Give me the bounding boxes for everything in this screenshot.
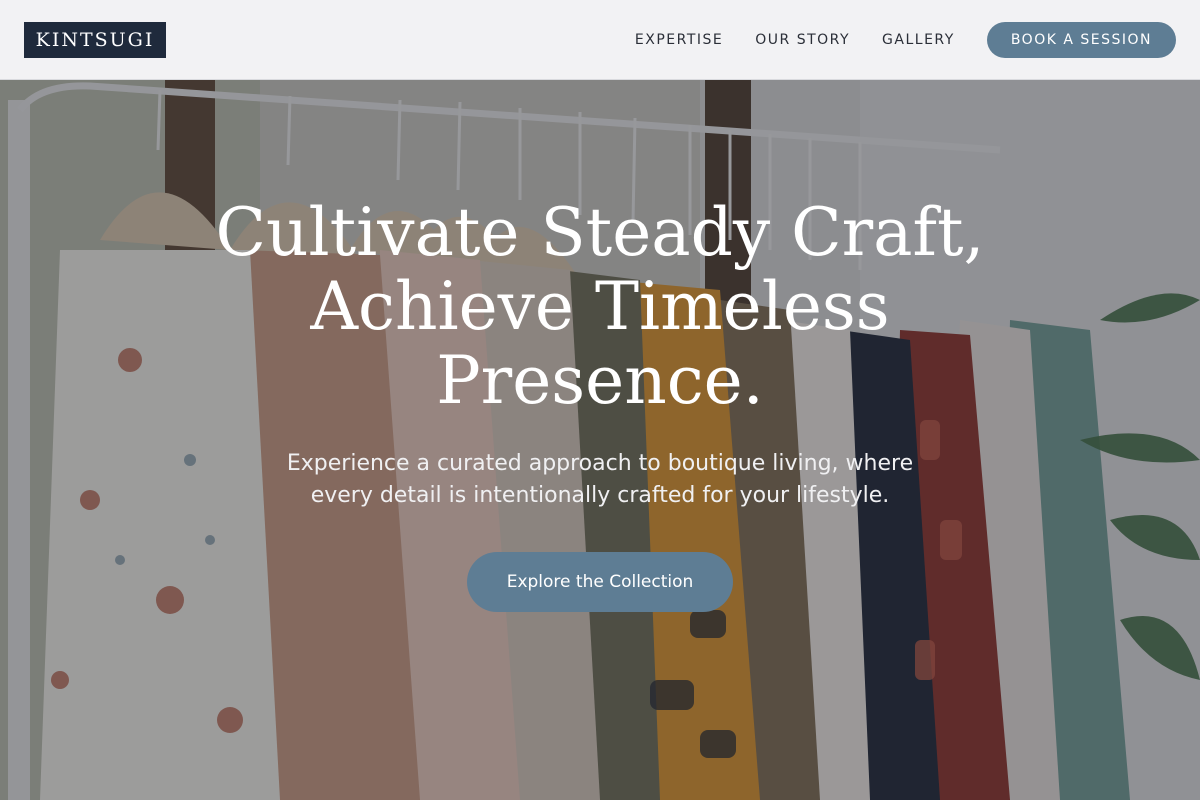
nav-link-gallery[interactable]: GALLERY: [882, 32, 955, 48]
nav-links: EXPERTISE OUR STORY GALLERY BOOK A SESSI…: [635, 22, 1176, 58]
nav-link-expertise[interactable]: EXPERTISE: [635, 32, 723, 48]
brand-logo[interactable]: KINTSUGI: [24, 22, 166, 58]
landing-page: KINTSUGI EXPERTISE OUR STORY GALLERY BOO…: [0, 0, 1200, 800]
explore-collection-button[interactable]: Explore the Collection: [466, 552, 734, 612]
top-navbar: KINTSUGI EXPERTISE OUR STORY GALLERY BOO…: [0, 0, 1200, 80]
hero-subtitle: Experience a curated approach to boutiqu…: [286, 451, 914, 508]
hero-section: Cultivate Steady Craft, Achieve Timeless…: [0, 196, 1200, 612]
nav-link-our-story[interactable]: OUR STORY: [755, 32, 850, 48]
hero-title: Cultivate Steady Craft, Achieve Timeless…: [215, 194, 985, 419]
book-session-button[interactable]: BOOK A SESSION: [986, 22, 1176, 58]
